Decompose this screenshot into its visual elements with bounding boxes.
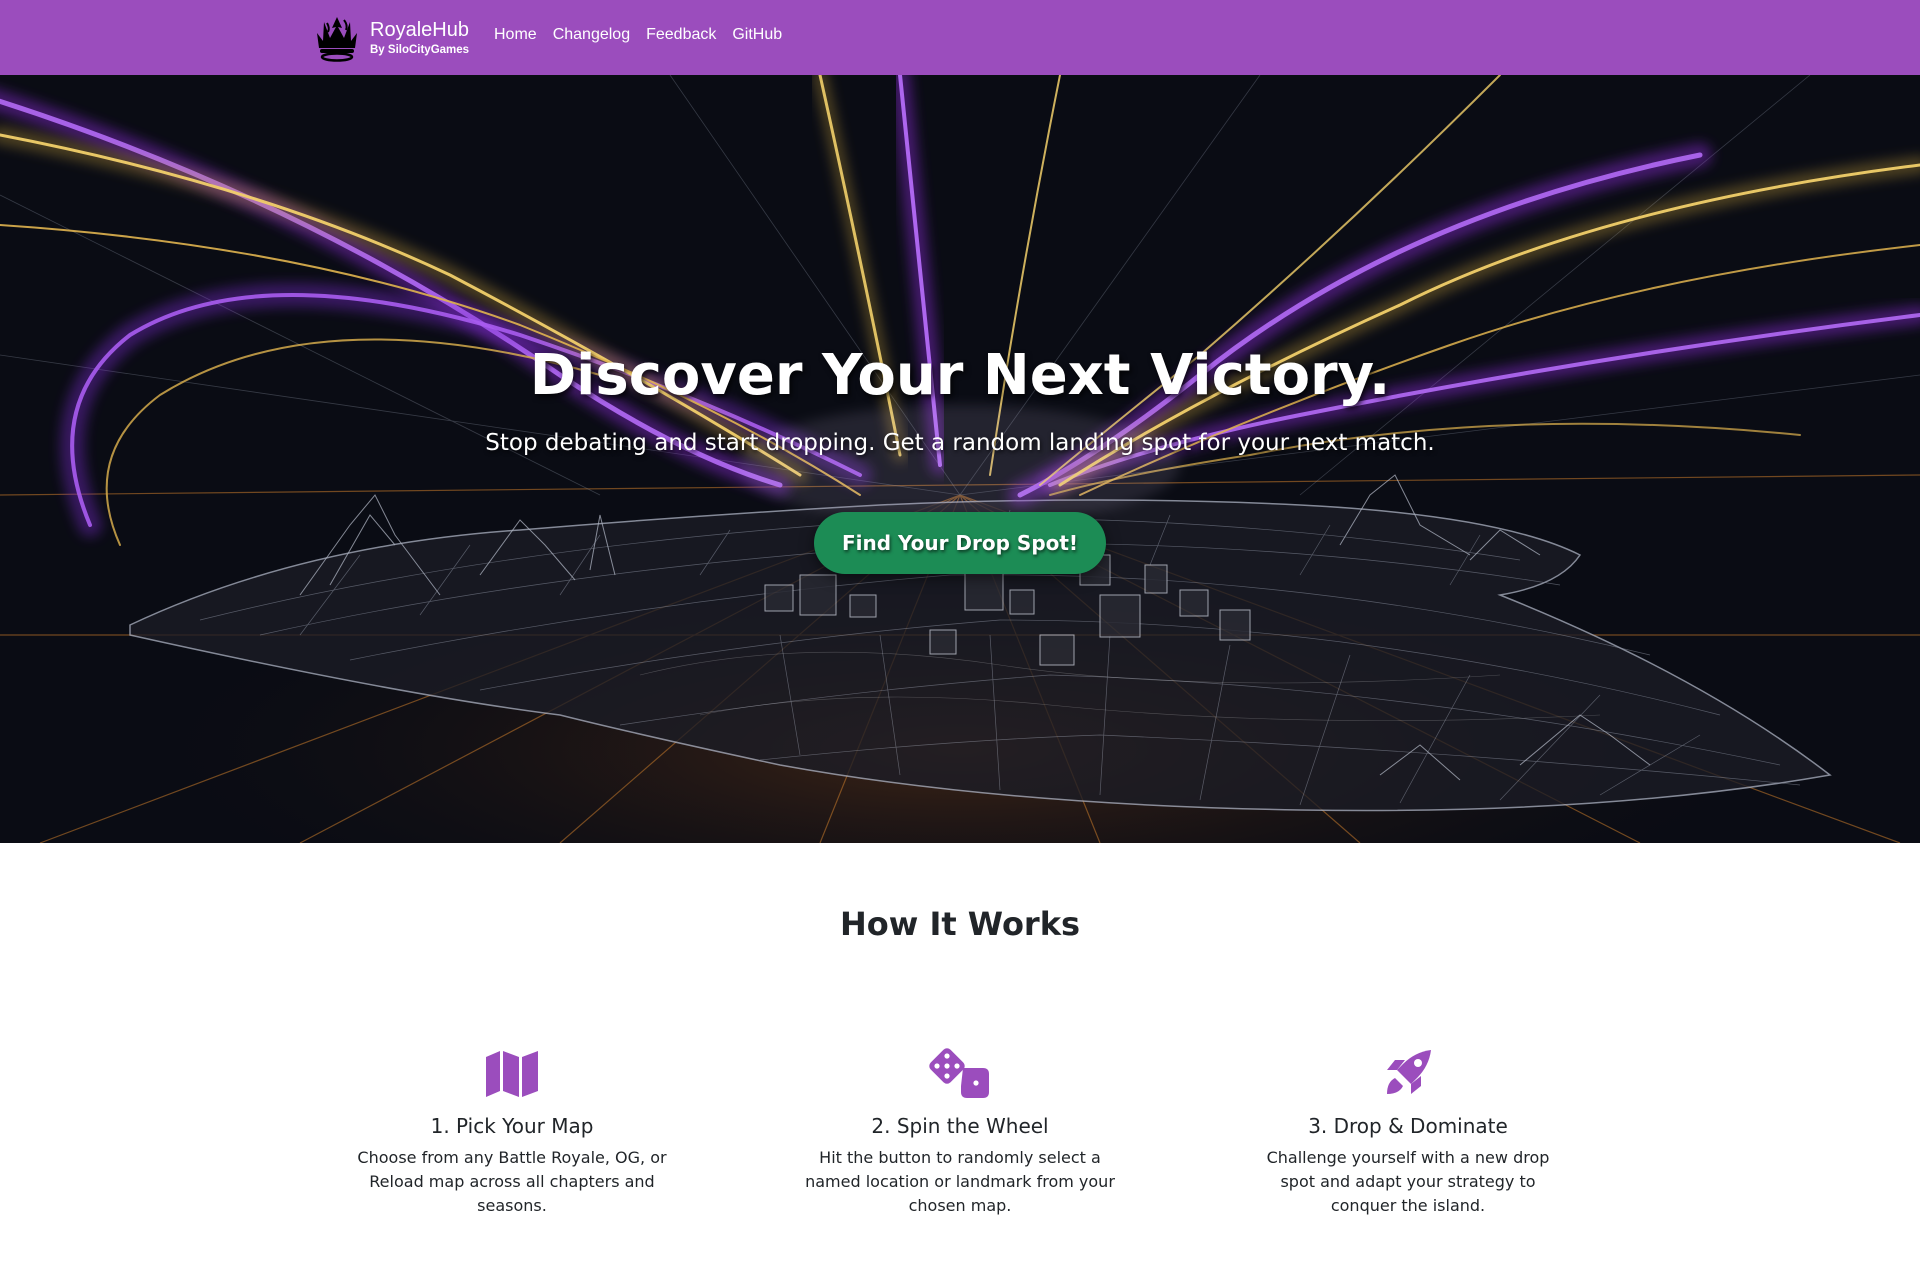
- step-title: 2. Spin the Wheel: [871, 1114, 1049, 1138]
- nav-links: Home Changelog Feedback GitHub: [494, 26, 798, 44]
- brand-link[interactable]: RoyaleHub By SiloCityGames: [314, 11, 469, 65]
- hero-subtitle: Stop debating and start dropping. Get a …: [485, 430, 1435, 456]
- find-drop-spot-button[interactable]: Find Your Drop Spot!: [814, 512, 1106, 574]
- map-icon: [486, 1051, 538, 1097]
- step-description: Hit the button to randomly select a name…: [805, 1148, 1115, 1215]
- hero-section: Discover Your Next Victory. Stop debatin…: [0, 75, 1920, 843]
- step-card-pick-map: 1. Pick Your Map Choose from any Battle …: [347, 1048, 677, 1218]
- step-description: Challenge yourself with a new drop spot …: [1266, 1148, 1550, 1215]
- brand-name: RoyaleHub: [370, 18, 469, 41]
- nav-link-github[interactable]: GitHub: [732, 26, 782, 44]
- hero-title: Discover Your Next Victory.: [529, 343, 1391, 408]
- step-title: 1. Pick Your Map: [430, 1114, 594, 1138]
- step-card-spin-wheel: 2. Spin the Wheel Hit the button to rand…: [795, 1048, 1125, 1218]
- rocket-icon: [1387, 1050, 1431, 1094]
- how-it-works-title: How It Works: [839, 905, 1081, 943]
- nav-link-home[interactable]: Home: [494, 26, 537, 44]
- brand-subtitle: By SiloCityGames: [370, 43, 470, 56]
- nav-link-changelog[interactable]: Changelog: [553, 26, 630, 44]
- step-title: 3. Drop & Dominate: [1308, 1114, 1508, 1138]
- step-description: Choose from any Battle Royale, OG, or Re…: [357, 1148, 667, 1215]
- navbar: RoyaleHub By SiloCityGames Home Changelo…: [0, 0, 1920, 75]
- step-card-drop-dominate: 3. Drop & Dominate Challenge yourself wi…: [1243, 1048, 1573, 1218]
- dice-icon: [929, 1048, 989, 1098]
- crown-icon: [317, 17, 357, 62]
- hero-content: Discover Your Next Victory. Stop debatin…: [0, 75, 1920, 843]
- nav-link-feedback[interactable]: Feedback: [646, 26, 716, 44]
